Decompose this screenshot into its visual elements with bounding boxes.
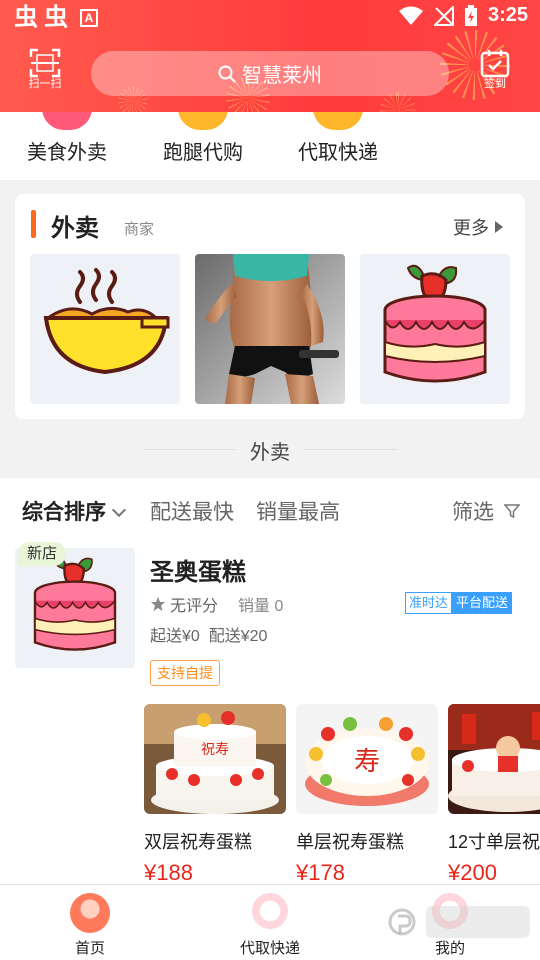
filter-icon [503,504,521,519]
nav-home[interactable]: 首页 [30,889,150,958]
accent-bar [31,210,36,238]
rabbit-icon [250,893,290,933]
product-image: 寿 [296,704,438,814]
product-name: 12寸单层祝 [448,832,540,852]
sort-bar: 综合排序 配送最快 销量最高 筛选 [0,478,540,538]
product-image [448,704,540,814]
product-price: ¥178 [296,860,345,884]
sort-label: 综合排序 [22,501,106,524]
scan-button[interactable]: 扫一扫 [22,48,68,91]
pickup-tag: 支持自提 [150,660,220,686]
calendar-icon [480,50,510,78]
product-name: 双层祝寿蛋糕 [144,832,252,852]
checkin-button[interactable]: 签到 [472,48,518,91]
search-bar[interactable]: 智慧莱州 [91,51,449,96]
home-icon [70,893,110,933]
product-card[interactable]: 祝寿 双层祝寿蛋糕 ¥188 [144,704,286,884]
wifi-icon [398,6,423,25]
shop-sales: 销量 0 [238,598,284,615]
card-subtitle: 商家 [124,221,155,238]
shop-item[interactable]: 新店 圣奥蛋糕 无评分 销量 0 准时达 平台配送 起送¥0 配送¥20 支持自… [0,540,540,690]
category-parcel-pickup[interactable]: 代取快递 [283,112,393,165]
single-layer-cake-photo: 寿 [296,704,438,814]
category-label: 美食外卖 [27,142,107,164]
ontime-tag: 准时达 [405,592,453,614]
star-icon [151,597,165,611]
takeaway-card: 外卖 商家 更多 [15,194,525,419]
notification-icon: 虫 [44,4,68,31]
food-delivery-icon [42,112,92,130]
watermark-logo [388,906,530,938]
sort-fastest[interactable]: 配送最快 [150,496,234,526]
nav-parcel-pickup[interactable]: 代取快递 [210,889,330,958]
more-link[interactable]: 更多 [453,214,503,240]
card-title: 外卖 [51,215,99,242]
bowl-icon [43,268,170,375]
fitness-photo [195,254,345,404]
product-price: ¥200 [448,860,497,884]
section-divider: 外卖 [0,426,540,472]
cake-icon [33,556,117,651]
category-label: 跑腿代购 [163,142,243,164]
sort-best-selling[interactable]: 销量最高 [256,496,340,526]
merchant-tile-bowl[interactable] [30,254,180,404]
platform-delivery-tag: 平台配送 [452,592,513,614]
merchant-tile-cake[interactable] [360,254,510,404]
scan-label: 扫一扫 [28,78,62,90]
delivery-tags: 准时达 平台配送 [405,592,513,614]
scan-icon [29,48,61,78]
shop-rating: 无评分 [150,592,218,616]
header: 虫 虫 A 3:25 扫一扫 智慧莱州 签到 [0,0,540,112]
notification-icon: 虫 [14,4,38,31]
min-order: 起送¥0 [150,628,200,645]
category-strip: 美食外卖 跑腿代购 代取快递 [0,112,540,180]
errand-icon [178,112,228,130]
battery-icon [464,4,477,26]
delivery-fee: 配送¥20 [208,628,268,645]
shop-thumbnail [15,548,135,668]
shop-list: 综合排序 配送最快 销量最高 筛选 新店 圣奥蛋糕 无评分 销量 0 准时达 平… [0,478,540,884]
cake-icon [383,264,487,383]
category-label: 代取快递 [298,142,378,164]
twelve-inch-cake-photo [448,704,540,814]
checkin-label: 签到 [484,78,506,90]
section-title: 外卖 [250,442,290,464]
search-placeholder: 智慧莱州 [242,65,322,87]
nav-label: 代取快递 [239,940,300,957]
svg-text:祝寿: 祝寿 [201,741,229,758]
arrow-right-icon [495,221,503,233]
category-errand[interactable]: 跑腿代购 [148,112,258,165]
clock: 3:25 [487,4,528,26]
no-signal-icon [433,5,454,26]
search-icon [218,65,236,83]
shop-name: 圣奥蛋糕 [150,559,246,586]
double-layer-cake-photo: 祝寿 [144,704,286,814]
product-price: ¥188 [144,860,193,884]
merchant-tile-fitness[interactable] [195,254,345,404]
rating-text: 无评分 [170,598,219,615]
sort-comprehensive[interactable]: 综合排序 [22,496,127,526]
product-card[interactable]: 寿 单层祝寿蛋糕 ¥178 [296,704,438,884]
product-image: 祝寿 [144,704,286,814]
nav-label: 首页 [74,940,105,957]
parcel-icon [313,112,363,130]
status-bar: 虫 虫 A 3:25 [0,0,540,36]
chevron-down-icon [111,502,127,518]
filter-button[interactable]: 筛选 [452,496,521,526]
product-name: 单层祝寿蛋糕 [296,832,404,852]
product-card[interactable]: 12寸单层祝 ¥200 [448,704,540,884]
svg-text:寿: 寿 [354,747,380,777]
category-food-delivery[interactable]: 美食外卖 [12,112,122,165]
app-notification-icon: A [80,9,98,27]
shop-fees: 起送¥0 配送¥20 [150,622,267,646]
new-shop-badge: 新店 [18,542,66,566]
more-label: 更多 [453,218,489,238]
filter-label: 筛选 [452,501,494,524]
